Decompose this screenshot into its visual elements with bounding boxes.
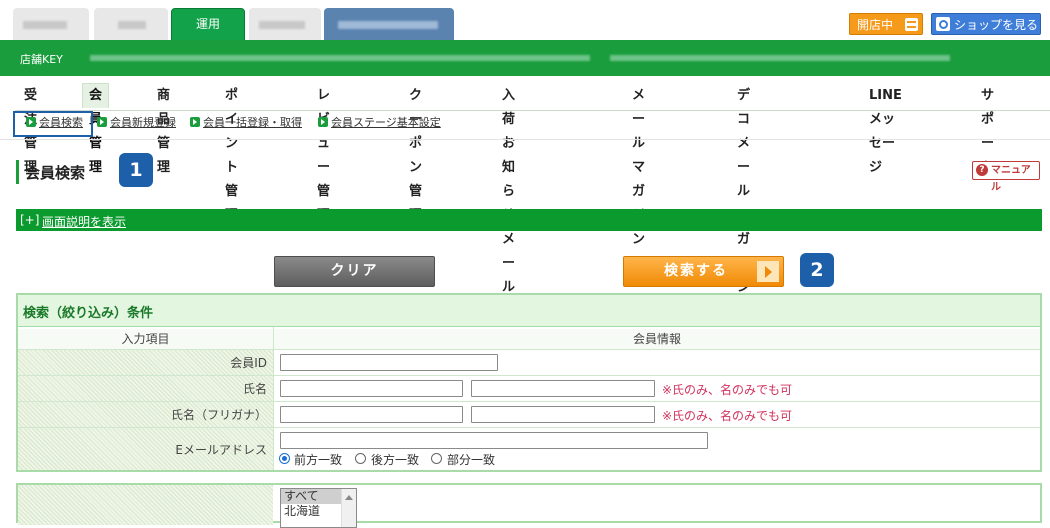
expand-toggle[interactable]: [+] [20,213,39,227]
menu-icon [905,18,918,31]
nav-products[interactable]: 商品管理 [157,84,170,175]
arrow-icon [318,117,328,127]
conditions-title: 検索（絞り込み）条件 [23,306,154,321]
highlight-box [13,111,93,137]
subnav-member-stage[interactable]: 会員ステージ基本設定 [318,116,441,130]
clear-button[interactable]: クリア [274,256,435,287]
manual-label: マニュアル [991,165,1031,193]
step-badge-1: 1 [119,153,153,187]
match-prefix-label: 前方一致 [294,453,343,467]
nav-deco-mail[interactable]: デコメールマガジン [737,84,750,295]
title-accent-bar [16,160,19,184]
show-explanation-link[interactable]: 画面説明を表示 [42,213,126,230]
search-button-label: 検索する [664,263,728,279]
nav-reviews[interactable]: レビュー管理 [317,84,330,223]
subnav-member-register[interactable]: 会員新規登録 [97,116,176,130]
last-name-kana-input[interactable] [280,406,463,423]
name-note: ※氏のみ、名のみでも可 [662,383,793,397]
nav-mail-magazine[interactable]: メールマガジン [632,84,645,247]
arrow-icon [97,117,107,127]
store-date-blurred [610,55,950,61]
step-badge-2: 2 [800,253,834,287]
match-suffix-label: 後方一致 [371,453,420,467]
page-title: 会員検索 [25,164,86,182]
subnav-member-bulk-label: 会員一括登録・取得 [203,116,302,129]
row-separator [18,427,1040,428]
subnav-member-bulk[interactable]: 会員一括登録・取得 [190,116,302,130]
match-partial-radio[interactable] [431,453,442,464]
nav-orders[interactable]: 受注管理 [24,84,37,175]
tab-blurred-1[interactable] [13,8,89,40]
arrow-icon [190,117,200,127]
conditions-header [18,295,1040,327]
search-button[interactable]: 検索する [623,256,784,287]
match-suffix-radio[interactable] [355,453,366,464]
tab-operation-label: 運用 [195,17,220,31]
email-input[interactable] [280,432,708,449]
subnav-member-register-label: 会員新規登録 [110,116,176,129]
region-listbox[interactable]: すべて 北海道 [280,488,357,528]
match-prefix-radio[interactable] [279,453,290,464]
first-name-input[interactable] [471,380,655,397]
tab-operation[interactable]: 運用 [171,8,245,42]
magnifier-icon [936,17,950,31]
store-open-label: 開店中 [857,18,894,32]
match-partial-label: 部分一致 [447,453,496,467]
label-email: Eメールアドレス [175,443,267,457]
row-separator [18,375,1040,376]
col-header-member: 会員情報 [274,329,1040,349]
view-shop-button[interactable]: ショップを見る [931,13,1041,35]
region-label-column [18,485,273,525]
label-name: 氏名 [242,382,267,396]
name-kana-note: ※氏のみ、名のみでも可 [662,409,793,423]
view-shop-label: ショップを見る [954,18,1039,32]
store-info-blurred [90,55,590,61]
nav-coupons[interactable]: クーポン管理 [409,84,422,223]
row-separator [18,401,1040,402]
subnav-member-stage-label: 会員ステージ基本設定 [331,116,441,129]
account-tab[interactable] [324,8,454,40]
label-member-id: 会員ID [230,356,267,370]
store-open-button[interactable]: 開店中 [849,13,923,35]
nav-divider [15,110,1050,111]
chevron-right-icon [757,261,779,282]
nav-points[interactable]: ポイント管理 [225,84,238,223]
nav-members[interactable]: 会員管理 [82,83,110,175]
explanation-bar: [+] 画面説明を表示 [16,209,1042,231]
tab-blurred-3[interactable] [249,8,321,40]
store-info-bar: 店舗KEY [0,40,1050,76]
nav-line-message[interactable]: LINEメッセージ [869,84,902,175]
first-name-kana-input[interactable] [471,406,655,423]
tab-blurred-2[interactable] [94,8,168,40]
label-name-kana: 氏名（フリガナ） [170,408,267,422]
column-separator [273,327,274,470]
nav-support[interactable]: サポート [981,84,994,175]
manual-button[interactable]: ? マニュアル [972,161,1040,193]
nav-restock-mail[interactable]: 入荷お知らせメール [502,84,515,295]
col-header-input: 入力項目 [18,329,273,349]
help-icon: ? [976,164,988,176]
section-divider [0,139,1050,140]
store-key-label: 店舗KEY [20,53,63,66]
scrollbar[interactable] [341,489,356,527]
last-name-input[interactable] [280,380,463,397]
member-id-input[interactable] [280,354,498,371]
